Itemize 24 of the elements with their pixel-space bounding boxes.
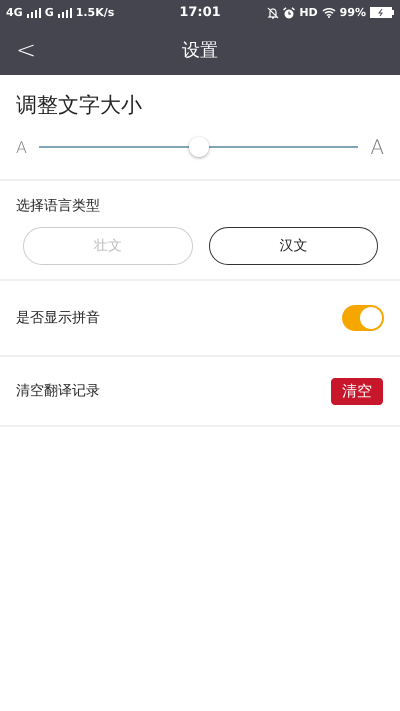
slider-thumb[interactable] — [188, 137, 209, 157]
bell-off-icon — [267, 6, 280, 18]
network-label: 4G — [6, 6, 23, 19]
alarm-icon — [283, 6, 296, 18]
signal-icon — [58, 8, 72, 18]
wifi-icon — [322, 7, 336, 18]
battery-label: 99% — [340, 6, 366, 19]
pinyin-toggle[interactable] — [342, 305, 384, 331]
section-title: 调整文字大小 — [16, 92, 143, 119]
language-option[interactable]: 汉文 — [208, 227, 378, 265]
clear-button[interactable]: 清空 — [331, 378, 383, 404]
small-font-label: A — [16, 138, 27, 156]
setting-label: 是否显示拼音 — [16, 309, 100, 327]
clock: 17:01 — [179, 5, 221, 20]
battery-icon — [370, 7, 394, 18]
back-button[interactable]: < — [0, 36, 52, 64]
page-title: 设置 — [182, 39, 218, 62]
section-label: 选择语言类型 — [16, 197, 101, 215]
setting-label: 清空翻译记录 — [16, 382, 100, 400]
speed-label: 1.5K/s — [76, 6, 114, 19]
signal-icon — [26, 8, 41, 18]
large-font-label: A — [370, 135, 384, 159]
network-label: G — [44, 6, 54, 19]
hd-label: HD — [299, 6, 318, 19]
